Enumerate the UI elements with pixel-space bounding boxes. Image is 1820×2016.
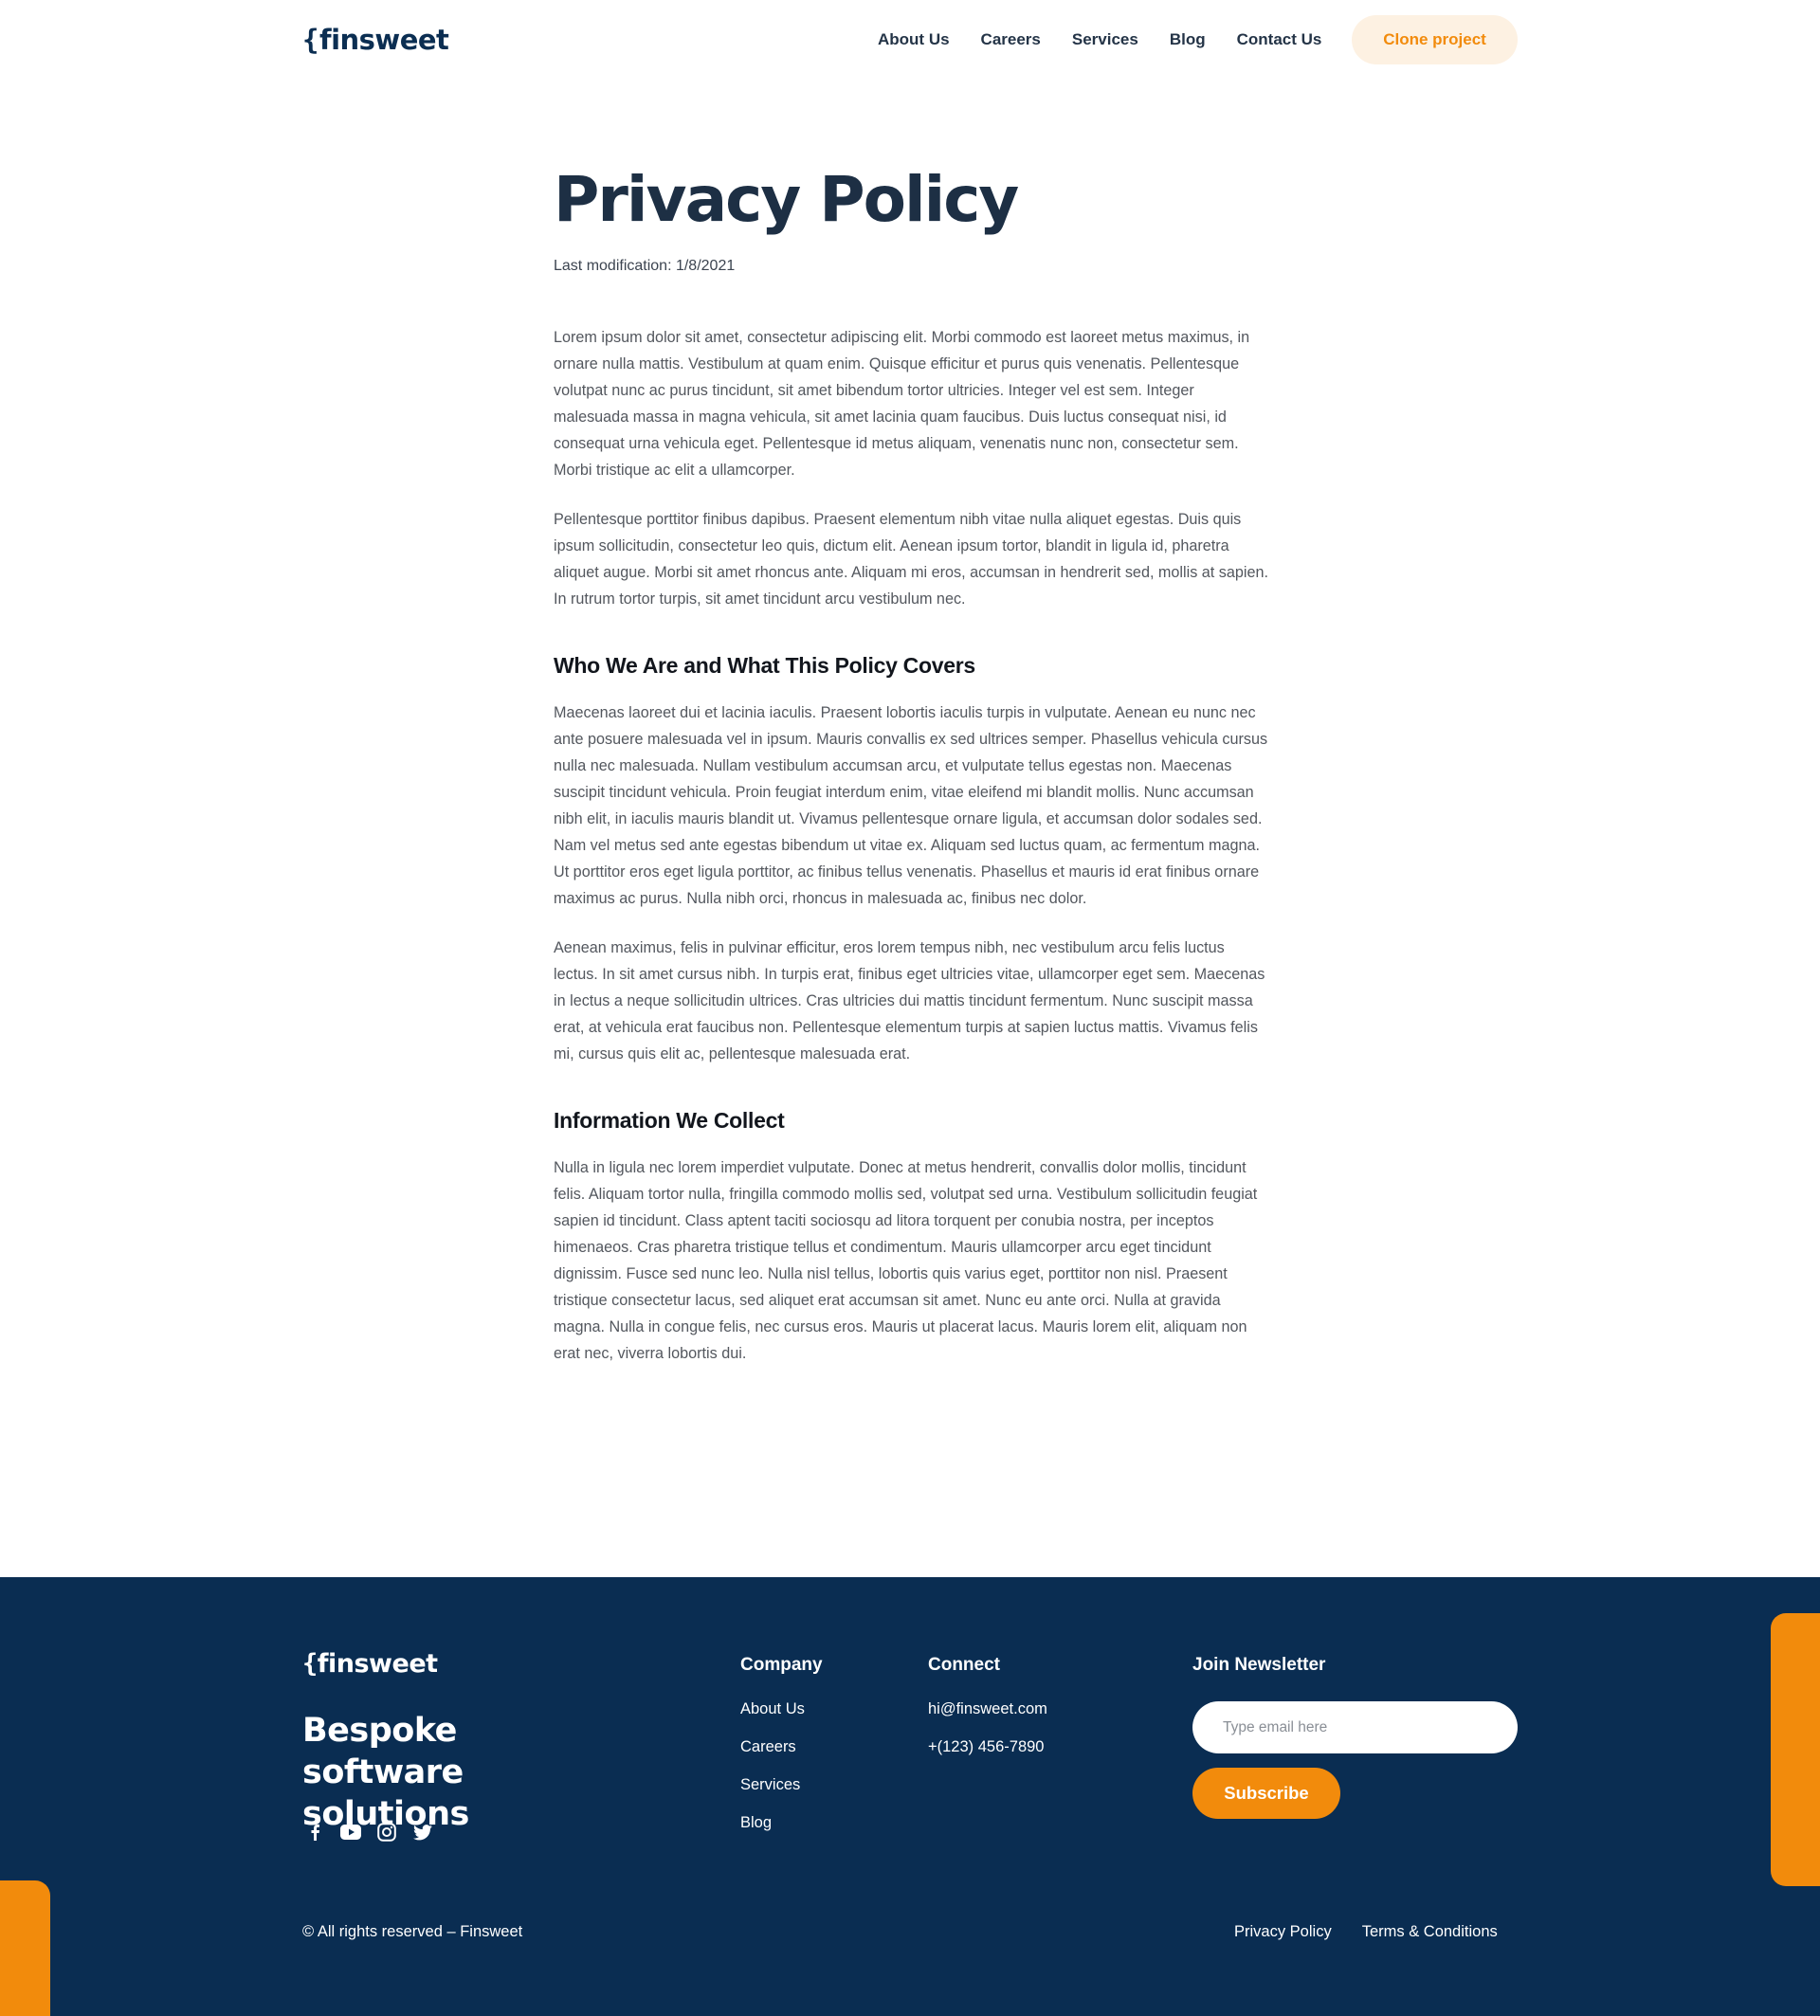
footer-link-privacy-policy[interactable]: Privacy Policy bbox=[1234, 1921, 1332, 1942]
footer-logo-text: finsweet bbox=[317, 1649, 438, 1679]
last-modification-date: Last modification: 1/8/2021 bbox=[554, 258, 736, 274]
footer: {finsweet Bespoke software solutions Com… bbox=[0, 1577, 1820, 2016]
section-1-paragraph-1: Maecenas laoreet dui et lacinia iaculis.… bbox=[554, 704, 1268, 907]
copyright-text: © All rights reserved – Finsweet bbox=[302, 1923, 523, 1940]
twitter-icon[interactable] bbox=[412, 1822, 433, 1843]
policy-content: Privacy Policy Last modification: 1/8/20… bbox=[554, 159, 1270, 1367]
footer-link-blog[interactable]: Blog bbox=[740, 1812, 823, 1833]
clone-project-button[interactable]: Clone project bbox=[1352, 15, 1518, 64]
footer-link-terms-conditions[interactable]: Terms & Conditions bbox=[1362, 1921, 1498, 1942]
logo-text: finsweet bbox=[318, 24, 449, 56]
subscribe-button[interactable]: Subscribe bbox=[1192, 1768, 1340, 1819]
section-heading-information-we-collect: Information We Collect bbox=[554, 1108, 785, 1133]
footer-link-careers[interactable]: Careers bbox=[740, 1736, 823, 1757]
footer-newsletter-column: Join Newsletter bbox=[1192, 1653, 1325, 1678]
section-1-paragraph-2: Aenean maximus, felis in pulvinar effici… bbox=[554, 939, 1265, 1062]
nav-link-blog[interactable]: Blog bbox=[1170, 30, 1206, 49]
facebook-icon[interactable] bbox=[304, 1822, 325, 1843]
intro-paragraph-2: Pellentesque porttitor finibus dapibus. … bbox=[554, 511, 1268, 608]
footer-company-column: Company About Us Careers Services Blog bbox=[740, 1653, 823, 1833]
youtube-icon[interactable] bbox=[340, 1822, 361, 1843]
legal-links: Privacy Policy Terms & Conditions bbox=[1234, 1921, 1498, 1942]
main-nav: About Us Careers Services Blog Contact U… bbox=[878, 28, 1353, 51]
nav-link-services[interactable]: Services bbox=[1072, 30, 1138, 49]
footer-finsweet-logo[interactable]: {finsweet bbox=[302, 1647, 438, 1681]
instagram-icon[interactable] bbox=[376, 1822, 397, 1843]
logo-brace: { bbox=[302, 24, 318, 56]
footer-phone-link[interactable]: +(123) 456-7890 bbox=[928, 1736, 1047, 1757]
navbar: {finsweet About Us Careers Services Blog… bbox=[0, 0, 1820, 80]
footer-connect-title: Connect bbox=[928, 1655, 1000, 1675]
page-title: Privacy Policy bbox=[554, 163, 1019, 236]
footer-link-services[interactable]: Services bbox=[740, 1774, 823, 1795]
newsletter-email-input[interactable] bbox=[1192, 1701, 1518, 1753]
section-2-paragraph-1: Nulla in ligula nec lorem imperdiet vulp… bbox=[554, 1159, 1258, 1362]
footer-link-about-us[interactable]: About Us bbox=[740, 1698, 823, 1719]
nav-link-contact-us[interactable]: Contact Us bbox=[1237, 30, 1322, 49]
decorative-orange-tab-right bbox=[1771, 1613, 1820, 1886]
finsweet-logo[interactable]: {finsweet bbox=[302, 21, 449, 59]
footer-email-link[interactable]: hi@finsweet.com bbox=[928, 1698, 1047, 1719]
section-heading-who-we-are: Who We Are and What This Policy Covers bbox=[554, 653, 975, 678]
footer-newsletter-title: Join Newsletter bbox=[1192, 1655, 1326, 1675]
social-links bbox=[304, 1822, 448, 1843]
footer-connect-column: Connect hi@finsweet.com +(123) 456-7890 bbox=[928, 1653, 1047, 1757]
nav-link-careers[interactable]: Careers bbox=[981, 30, 1041, 49]
decorative-orange-tab-left bbox=[0, 1880, 50, 2016]
nav-link-about-us[interactable]: About Us bbox=[878, 30, 950, 49]
footer-tagline: Bespoke software solutions bbox=[302, 1712, 469, 1833]
intro-paragraph-1: Lorem ipsum dolor sit amet, consectetur … bbox=[554, 329, 1250, 479]
footer-logo-brace: { bbox=[302, 1649, 318, 1679]
footer-company-title: Company bbox=[740, 1655, 823, 1675]
